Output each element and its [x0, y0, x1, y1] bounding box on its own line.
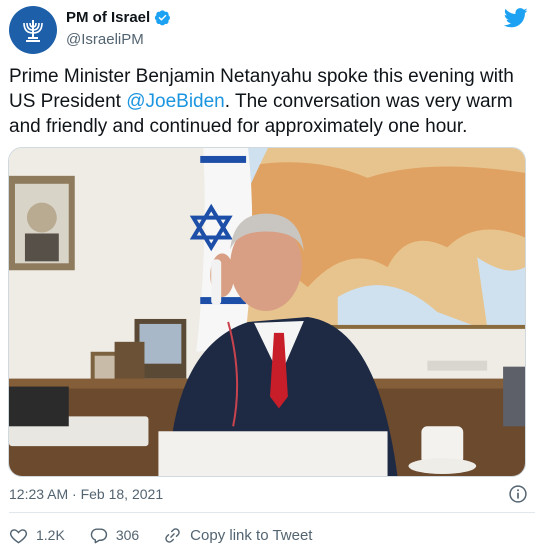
menorah-emblem-icon	[23, 20, 43, 42]
display-name[interactable]: PM of Israel	[66, 9, 150, 26]
like-button[interactable]: 1.2K	[9, 526, 65, 545]
tweet-timestamp[interactable]: 12:23 AM · Feb 18, 2021	[9, 486, 163, 502]
link-icon	[165, 527, 180, 543]
tweet-card: PM of Israel @IsraeliPM Prime Minister B…	[0, 0, 544, 545]
verified-badge-icon	[155, 10, 171, 26]
divider	[9, 512, 535, 513]
handle[interactable]: @IsraeliPM	[66, 31, 144, 48]
copy-link-label: Copy link to Tweet	[190, 526, 313, 544]
twitter-bird-icon[interactable]	[504, 8, 528, 28]
like-count: 1.2K	[36, 527, 65, 543]
author-name-row: PM of Israel	[66, 9, 171, 26]
speech-bubble-icon	[90, 527, 107, 543]
photo-illustration	[9, 148, 525, 476]
tweet-photo[interactable]	[8, 147, 526, 477]
avatar[interactable]	[9, 6, 57, 54]
copy-link-button[interactable]: Copy link to Tweet	[163, 526, 312, 545]
info-icon[interactable]	[508, 484, 528, 504]
tweet-actions: 1.2K 306 Copy link to Tweet	[9, 524, 336, 545]
mention-link[interactable]: @JoeBiden	[126, 91, 225, 112]
reply-button[interactable]: 306	[89, 526, 139, 545]
reply-count: 306	[115, 527, 140, 543]
tweet-text: Prime Minister Benjamin Netanyahu spoke …	[9, 64, 529, 139]
heart-icon	[9, 528, 28, 543]
